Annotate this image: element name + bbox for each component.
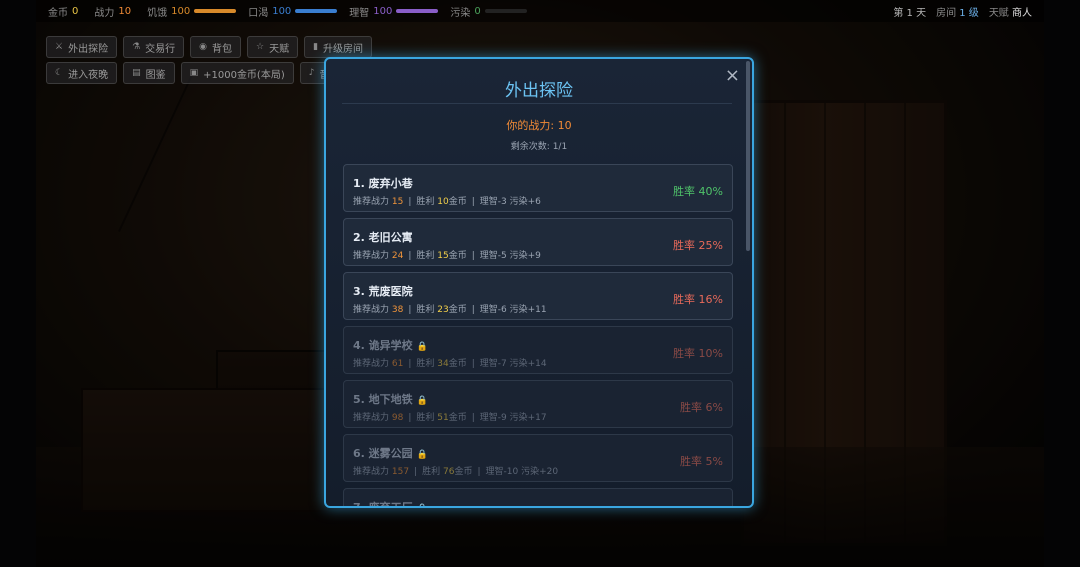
location-info: 推荐战力 61 | 胜利 34金币 | 理智-7 污染+14 bbox=[353, 359, 547, 369]
location-info: 推荐战力 15 | 胜利 10金币 | 理智-3 污染+6 bbox=[353, 197, 541, 207]
pollution-stat: 污染 0 bbox=[450, 4, 527, 19]
location-name: 4. 诡异学校 🔒 bbox=[353, 339, 428, 352]
status-bar: 金币 0 战力 10 饥饿 100 口渴 100 理智 100 污染 0 第 1… bbox=[36, 0, 1044, 22]
room-level: 房间 1 级 bbox=[936, 7, 979, 19]
location-name: 7. 废弃工厂🔒 bbox=[353, 499, 428, 506]
location-name: 3. 荒废医院 bbox=[353, 285, 413, 298]
lock-icon: 🔒 bbox=[417, 504, 428, 506]
expedition-modal: 外出探险 × 你的战力: 10 剩余次数: 1/1 1. 废弃小巷推荐战力 15… bbox=[324, 57, 754, 508]
book-button[interactable]: ▤ 图鉴 bbox=[123, 62, 175, 84]
swords-button[interactable]: ⚔ 外出探险 bbox=[46, 36, 118, 58]
remaining-attempts: 剩余次数: 1/1 bbox=[510, 142, 568, 152]
win-rate: 胜率 6% bbox=[680, 401, 723, 414]
close-icon[interactable]: × bbox=[725, 65, 740, 86]
location-name: 6. 迷雾公园 🔒 bbox=[353, 447, 428, 460]
toolbar-row-2: ☾进入夜晚▤图鉴▣+1000金币(本局)♪音乐 bbox=[46, 62, 349, 84]
button-label: 背包 bbox=[212, 43, 233, 55]
win-rate: 胜率 25% bbox=[673, 239, 723, 252]
location-info: 推荐战力 24 | 胜利 15金币 | 理智-5 污染+9 bbox=[353, 251, 541, 261]
night-button[interactable]: ☾ 进入夜晚 bbox=[46, 62, 118, 84]
thirst-stat: 口渴 100 bbox=[248, 4, 338, 19]
button-label: 天赋 bbox=[269, 43, 290, 55]
location-item[interactable]: 2. 老旧公寓推荐战力 24 | 胜利 15金币 | 理智-5 污染+9 胜率 25% bbox=[343, 218, 733, 266]
talent-button[interactable]: ☆ 天赋 bbox=[247, 36, 299, 58]
lock-icon: 🔒 bbox=[416, 342, 428, 352]
location-item: 4. 诡异学校 🔒 推荐战力 61 | 胜利 34金币 | 理智-7 污染+14 胜率 10% bbox=[343, 326, 733, 374]
win-rate: 胜率 10% bbox=[673, 347, 723, 360]
sanity-stat: 理智 100 bbox=[349, 4, 439, 19]
location-item: 7. 废弃工厂🔒 bbox=[343, 488, 733, 506]
button-label: 图鉴 bbox=[145, 69, 166, 81]
talent-icon: ☆ bbox=[256, 42, 265, 52]
player-power: 你的战力: 10 bbox=[506, 119, 572, 132]
button-label: 升级房间 bbox=[323, 43, 364, 55]
button-label: 交易行 bbox=[145, 43, 176, 55]
location-item: 5. 地下地铁 🔒 推荐战力 98 | 胜利 51金币 | 理智-9 污染+17 胜率 6% bbox=[343, 380, 733, 428]
location-info: 推荐战力 157 | 胜利 76金币 | 理智-10 污染+20 bbox=[353, 467, 559, 477]
talent-info: 天赋 商人 bbox=[988, 7, 1032, 19]
gold-icon: ▣ bbox=[189, 68, 199, 78]
gold-stat: 金币 0 bbox=[48, 5, 79, 19]
divider bbox=[342, 103, 732, 104]
location-item[interactable]: 1. 废弃小巷推荐战力 15 | 胜利 10金币 | 理智-3 污染+6 胜率 40% bbox=[343, 164, 733, 212]
pollution-bar bbox=[484, 9, 527, 13]
location-list: 1. 废弃小巷推荐战力 15 | 胜利 10金币 | 理智-3 污染+6 胜率 40% 2.… bbox=[343, 164, 733, 506]
win-rate: 胜率 5% bbox=[680, 455, 723, 468]
upgrade-button[interactable]: ▮ 升级房间 bbox=[304, 36, 373, 58]
location-name: 2. 老旧公寓 bbox=[353, 231, 413, 244]
location-name: 1. 废弃小巷 bbox=[353, 177, 413, 190]
location-name: 5. 地下地铁 🔒 bbox=[353, 393, 428, 406]
button-label: 进入夜晚 bbox=[68, 69, 109, 81]
sanity-bar bbox=[396, 9, 439, 13]
location-item: 6. 迷雾公园 🔒 推荐战力 157 | 胜利 76金币 | 理智-10 污染+20 胜率 5… bbox=[343, 434, 733, 482]
day-counter: 第 1 天 bbox=[893, 7, 927, 19]
location-info: 推荐战力 98 | 胜利 51金币 | 理智-9 污染+17 bbox=[353, 413, 547, 423]
lock-icon: 🔒 bbox=[416, 450, 428, 460]
trade-button[interactable]: ⚗ 交易行 bbox=[123, 36, 185, 58]
location-item[interactable]: 3. 荒废医院推荐战力 38 | 胜利 23金币 | 理智-6 污染+11 胜率 16% bbox=[343, 272, 733, 320]
upgrade-icon: ▮ bbox=[313, 42, 319, 52]
backpack-icon: ◉ bbox=[199, 42, 208, 52]
button-label: +1000金币(本局) bbox=[203, 69, 285, 81]
hunger-bar bbox=[194, 9, 237, 13]
swords-icon: ⚔ bbox=[55, 42, 64, 52]
night-icon: ☾ bbox=[55, 68, 64, 78]
power-stat: 战力 10 bbox=[94, 5, 132, 19]
modal-title: 外出探险 bbox=[505, 81, 573, 101]
book-icon: ▤ bbox=[132, 68, 141, 78]
win-rate: 胜率 16% bbox=[673, 293, 723, 306]
location-info: 推荐战力 38 | 胜利 23金币 | 理智-6 污染+11 bbox=[353, 305, 547, 315]
toolbar-row-1: ⚔ 外出探险 ⚗ 交易行 ◉ 背包 ☆ 天赋 ▮ 升级房间 bbox=[46, 36, 373, 58]
music-icon: ♪ bbox=[308, 68, 315, 78]
lock-icon: 🔒 bbox=[416, 396, 428, 406]
button-label: 外出探险 bbox=[68, 43, 109, 55]
thirst-bar bbox=[295, 9, 338, 13]
trade-icon: ⚗ bbox=[132, 42, 141, 52]
hunger-stat: 饥饿 100 bbox=[147, 4, 237, 19]
win-rate: 胜率 40% bbox=[673, 185, 723, 198]
backpack-button[interactable]: ◉ 背包 bbox=[190, 36, 242, 58]
gold-button[interactable]: ▣ +1000金币(本局) bbox=[180, 62, 294, 84]
